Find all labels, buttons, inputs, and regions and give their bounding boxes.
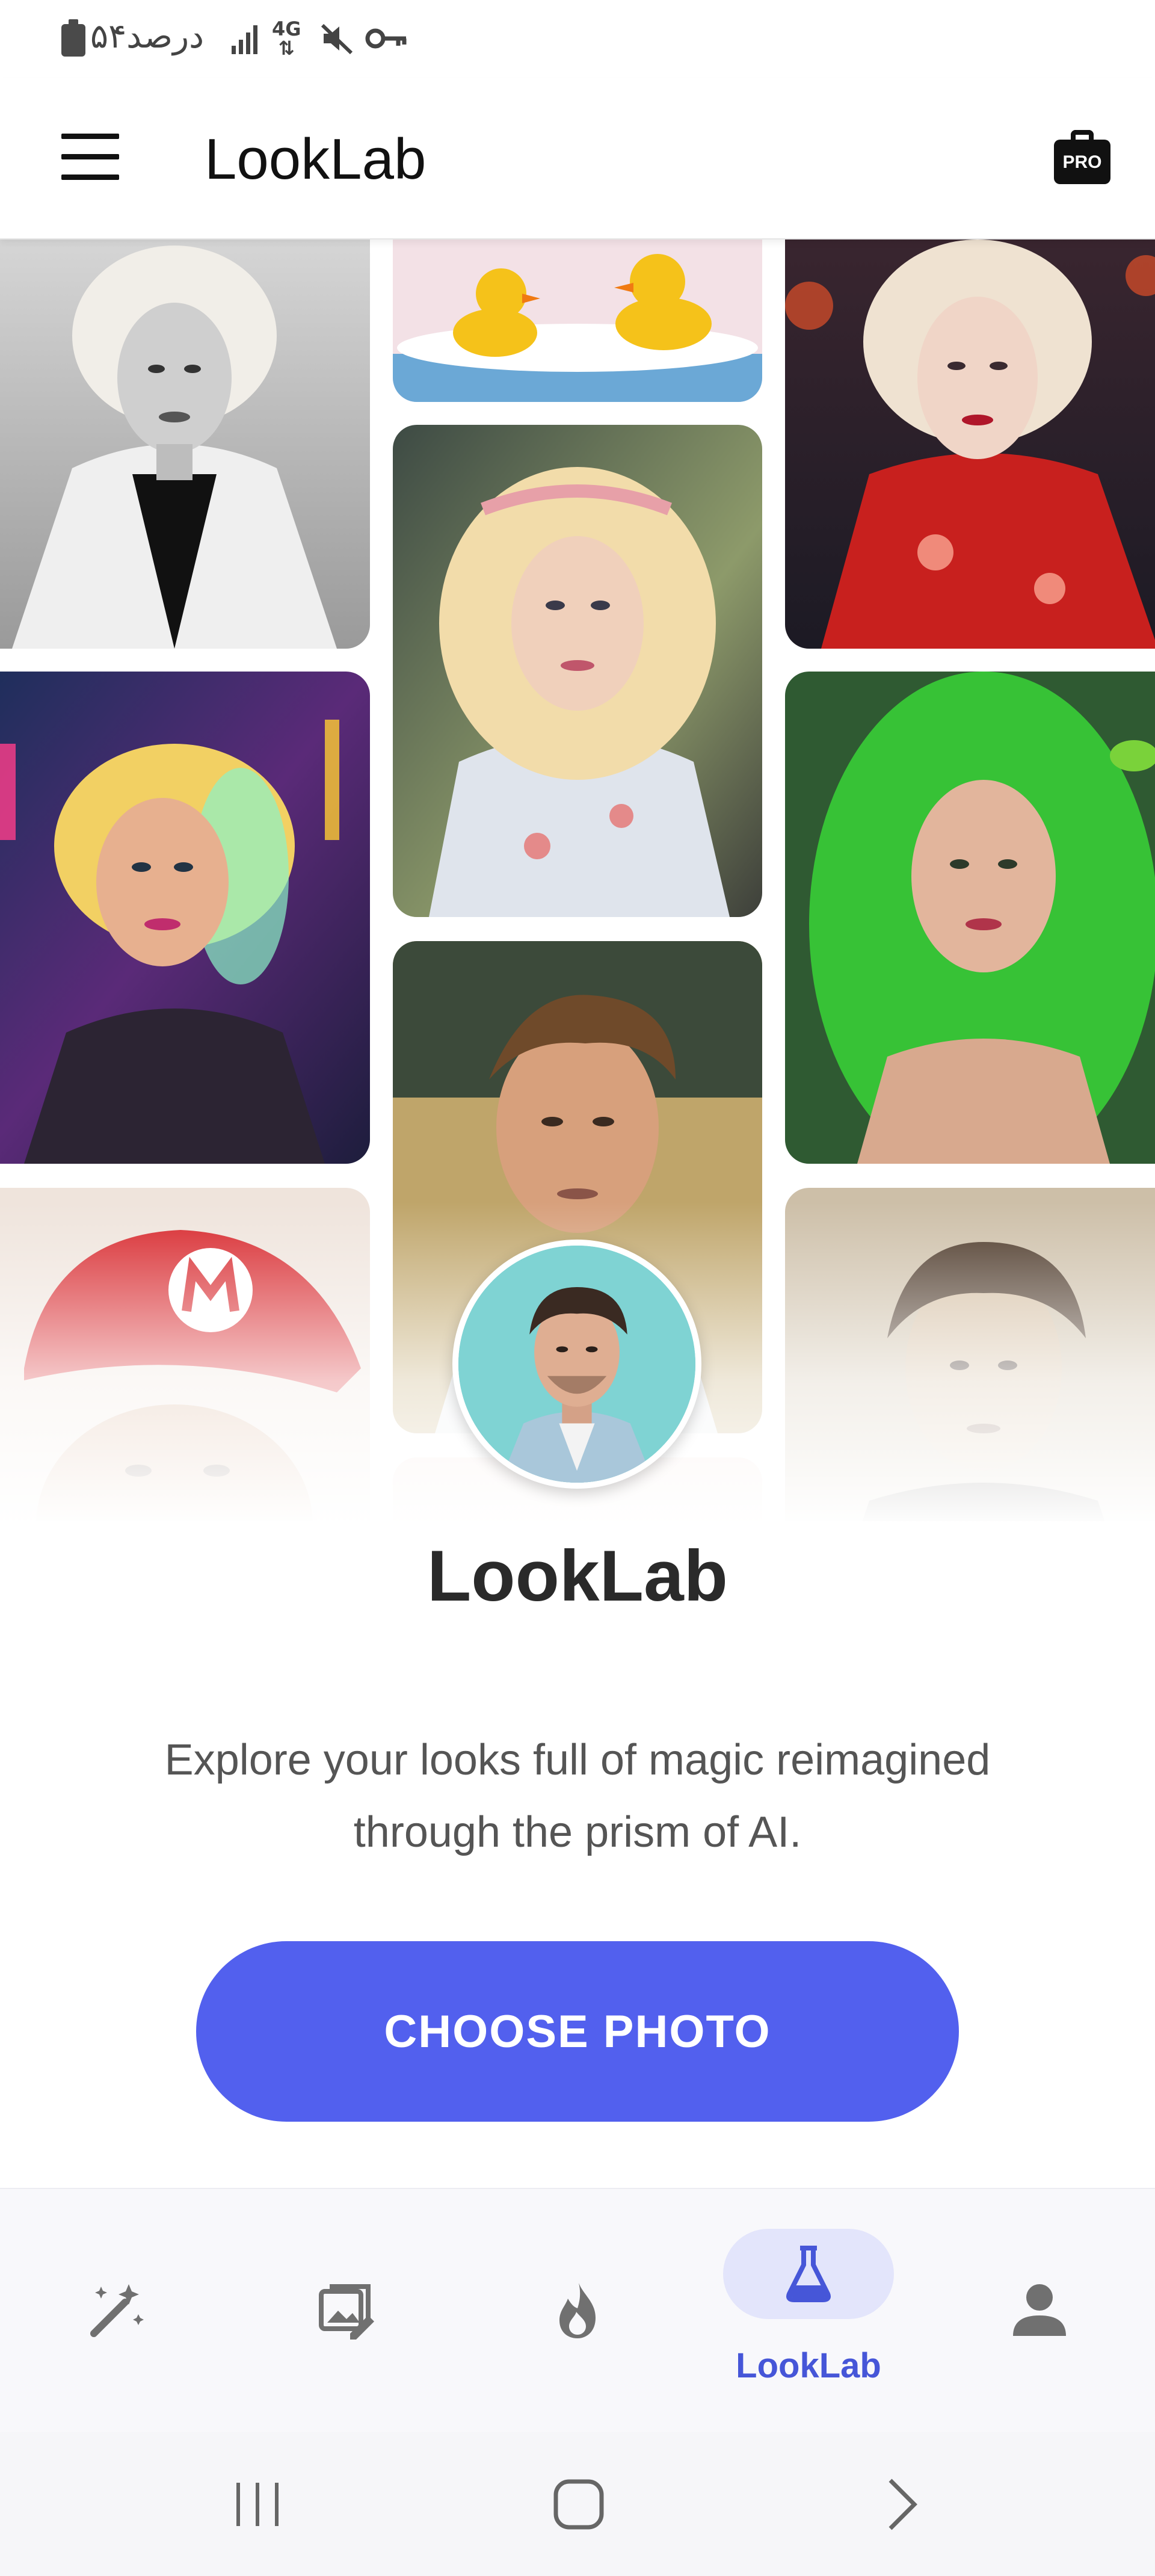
system-navigation-bar xyxy=(0,2432,1155,2576)
flame-icon xyxy=(559,2283,596,2338)
signal-icon xyxy=(232,25,262,54)
gallery-tile-green-hair-portrait[interactable] xyxy=(785,672,1155,1164)
magic-wand-icon xyxy=(90,2284,144,2337)
menu-icon[interactable] xyxy=(61,134,119,182)
pro-badge: PRO xyxy=(1054,140,1110,184)
nav-item-profile[interactable] xyxy=(924,2189,1155,2433)
gallery-tile-neon-portrait[interactable] xyxy=(0,672,370,1164)
battery-icon xyxy=(61,19,85,57)
nav-item-photo-edit[interactable] xyxy=(231,2189,462,2433)
nav-item-looklab[interactable]: LookLab xyxy=(693,2189,924,2433)
gallery-tile-mario-portrait[interactable] xyxy=(0,1188,370,1521)
gallery-tile-bw-portrait[interactable] xyxy=(0,239,370,649)
battery-percentage: ۵۴درصد xyxy=(90,17,205,56)
pro-briefcase-icon[interactable]: PRO xyxy=(1054,130,1110,184)
gallery-tile-ducks[interactable] xyxy=(393,239,762,402)
vpn-key-icon xyxy=(365,28,407,49)
choose-photo-button[interactable]: CHOOSE PHOTO xyxy=(196,1941,959,2122)
person-icon xyxy=(1013,2284,1066,2336)
nav-item-trending[interactable] xyxy=(462,2189,693,2433)
bottom-navigation: LookLab xyxy=(0,2188,1155,2432)
app-bar: LookLab PRO xyxy=(0,78,1155,239)
sample-avatar xyxy=(452,1240,701,1489)
mute-icon xyxy=(321,23,353,55)
gallery-tile-kimono-portrait[interactable] xyxy=(785,239,1155,649)
app-title: LookLab xyxy=(205,127,427,191)
recents-icon[interactable] xyxy=(227,2474,288,2534)
gallery-tile-floral-portrait[interactable] xyxy=(393,425,762,917)
gallery-tile-vintage-portrait[interactable] xyxy=(785,1188,1155,1521)
home-icon[interactable] xyxy=(549,2474,609,2534)
network-4g-icon: 4G ⇅ xyxy=(272,17,301,60)
back-icon[interactable] xyxy=(872,2474,932,2534)
flask-icon xyxy=(786,2246,831,2302)
nav-item-magic[interactable] xyxy=(0,2189,231,2433)
brand-heading: LookLab xyxy=(427,1536,728,1616)
nav-label-looklab: LookLab xyxy=(736,2346,881,2385)
tagline-text: Explore your looks full of magic reimagi… xyxy=(164,1736,991,1856)
status-bar: ۵۴درصد 4G ⇅ xyxy=(0,0,1155,78)
photo-edit-icon xyxy=(319,2284,374,2340)
